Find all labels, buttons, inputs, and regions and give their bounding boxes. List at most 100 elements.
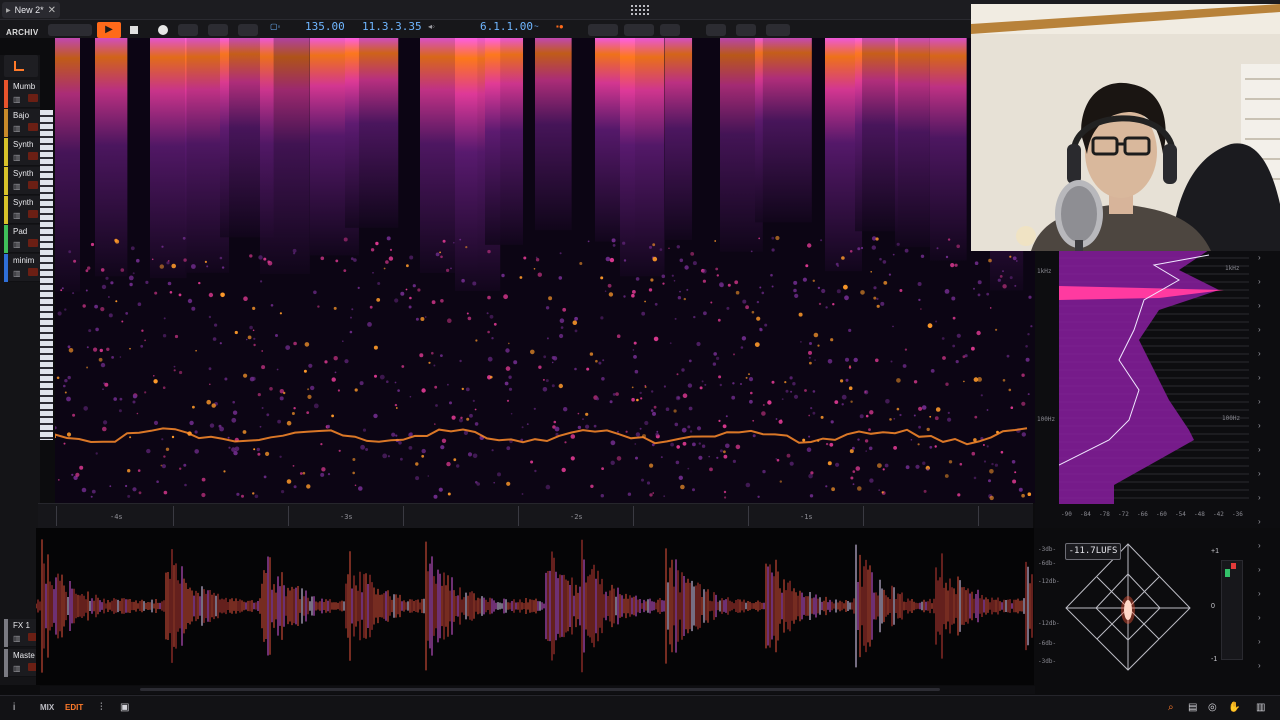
track-header[interactable]	[4, 55, 38, 77]
file-icon[interactable]: ▤	[1188, 702, 1197, 713]
chevron-right-icon[interactable]: ›	[1258, 349, 1261, 358]
time-tick-label: -2s	[570, 513, 583, 521]
track-name: FX 1	[13, 621, 30, 630]
chevron-right-icon[interactable]: ›	[1258, 373, 1261, 382]
loop-length-display[interactable]: 6.1.1.00	[480, 20, 533, 33]
track-color-stripe	[4, 80, 8, 108]
frequency-graph	[1059, 250, 1249, 504]
time-tick-label: -4s	[110, 513, 123, 521]
db-label: -78	[1099, 511, 1110, 518]
record-button[interactable]	[158, 25, 168, 35]
chevron-right-icon[interactable]: ›	[1258, 277, 1261, 286]
chevron-right-icon[interactable]: ›	[1258, 421, 1261, 430]
track-row[interactable]: Synth ▥	[4, 167, 40, 195]
chevron-right-icon[interactable]: ›	[1258, 613, 1261, 622]
track-clip-marker[interactable]	[28, 152, 38, 160]
track-clip-marker[interactable]	[28, 239, 38, 247]
chevron-right-icon[interactable]: ›	[1258, 301, 1261, 310]
time-tick-label: -3s	[340, 513, 353, 521]
instrument-icon: ▥	[13, 124, 21, 133]
track-clip-marker[interactable]	[28, 94, 38, 102]
db-label: -84	[1080, 511, 1091, 518]
track-row[interactable]: Bajo ▥	[4, 109, 40, 137]
track-clip-marker[interactable]	[28, 181, 38, 189]
info-icon[interactable]: i	[13, 702, 15, 713]
chevron-right-icon[interactable]: ›	[1258, 397, 1261, 406]
track-row[interactable]: Pad ▥	[4, 225, 40, 253]
chevron-right-icon[interactable]: ›	[1258, 541, 1261, 550]
instrument-icon: ▥	[13, 211, 21, 220]
track-clip-marker[interactable]	[28, 210, 38, 218]
ruler-tick	[748, 506, 749, 526]
toolbar-button[interactable]	[736, 24, 756, 36]
track-row[interactable]: Synth ▥	[4, 196, 40, 224]
instrument-icon: ▥	[13, 240, 21, 249]
horizontal-scrollbar[interactable]	[40, 686, 1035, 694]
stop-button[interactable]	[130, 26, 138, 34]
track-clip-marker[interactable]	[28, 123, 38, 131]
lufs-readout: -11.7LUFS	[1065, 543, 1121, 560]
db-label: -54	[1175, 511, 1186, 518]
tab-edit[interactable]: EDIT	[65, 703, 83, 712]
chevron-right-icon[interactable]: ›	[1258, 253, 1261, 262]
grid-menu-icon[interactable]	[630, 4, 650, 16]
position-display[interactable]: 11.3.3.35	[362, 20, 422, 33]
track-color-stripe	[4, 109, 8, 137]
track-name: Pad	[13, 227, 28, 236]
speaker-icon[interactable]: ◂◦	[428, 22, 435, 31]
meter-label: -1	[1211, 656, 1218, 663]
toolbar-button[interactable]	[660, 24, 680, 36]
ruler-tick	[863, 506, 864, 526]
toolbar-button[interactable]	[706, 24, 726, 36]
chevron-right-icon[interactable]: ›	[1258, 637, 1261, 646]
db-label: -72	[1118, 511, 1129, 518]
devices-icon[interactable]: ◎	[1208, 702, 1217, 713]
tab-mix[interactable]: MIX	[40, 703, 54, 712]
panel-icon[interactable]: ▣	[120, 702, 129, 713]
track-row[interactable]: Mumb ▥	[4, 80, 40, 108]
track-row[interactable]: Synth ▥	[4, 138, 40, 166]
toolbar-button[interactable]	[48, 24, 92, 36]
waveform-db-label: -6db-	[1038, 560, 1057, 567]
record-arm-icon[interactable]: ▪●	[556, 22, 564, 31]
meter-peak-red	[1231, 563, 1236, 569]
chevron-right-icon[interactable]: ›	[1258, 517, 1261, 526]
loop-button[interactable]	[238, 24, 258, 36]
chevron-right-icon[interactable]: ›	[1258, 493, 1261, 502]
time-tick-label: -1s	[800, 513, 813, 521]
frequency-labels: 1kHz 100Hz	[1035, 250, 1059, 510]
hand-icon[interactable]: ✋	[1228, 702, 1240, 713]
scrollbar-thumb[interactable]	[140, 688, 940, 691]
freq-label-right: 100Hz	[1222, 415, 1241, 422]
document-tab[interactable]: ▶ New 2* ✕	[2, 2, 60, 18]
overdub-button[interactable]	[208, 24, 228, 36]
chevron-right-icon[interactable]: ›	[1258, 661, 1261, 670]
metronome-icon[interactable]: ▢◦	[270, 22, 280, 31]
chevron-right-icon[interactable]: ›	[1258, 469, 1261, 478]
close-icon[interactable]: ✕	[48, 5, 56, 16]
mixer-sliders-icon[interactable]: ⫶	[100, 702, 103, 713]
track-row[interactable]: Maste ▥	[4, 649, 40, 677]
track-clip-marker[interactable]	[28, 268, 38, 276]
track-row[interactable]: minim ▥	[4, 254, 40, 282]
chevron-right-icon[interactable]: ›	[1258, 325, 1261, 334]
instrument-icon: ▥	[13, 634, 21, 643]
track-row[interactable]: FX 1 ▥	[4, 619, 40, 647]
automation-button[interactable]	[178, 24, 198, 36]
piano-keys	[40, 110, 53, 440]
archive-menu[interactable]: ARCHIV	[6, 28, 38, 37]
play-button[interactable]: ▶	[97, 22, 121, 38]
track-name: Maste	[13, 651, 35, 660]
toolbar-button[interactable]	[766, 24, 790, 36]
search-icon[interactable]: ⌕	[1168, 702, 1174, 713]
freq-label: 1kHz	[1037, 268, 1052, 275]
piano-icon[interactable]: ▥	[1256, 702, 1265, 713]
tempo-display[interactable]: 135.00	[305, 20, 345, 33]
toolbar-button[interactable]	[624, 24, 654, 36]
menu-triangle-icon[interactable]: ▶	[6, 7, 11, 14]
chevron-right-icon[interactable]: ›	[1258, 565, 1261, 574]
toolbar-button[interactable]	[588, 24, 618, 36]
db-scale: -90 -84 -78 -72 -66 -60 -54 -48 -42 -36	[1059, 511, 1249, 523]
chevron-right-icon[interactable]: ›	[1258, 445, 1261, 454]
chevron-right-icon[interactable]: ›	[1258, 589, 1261, 598]
